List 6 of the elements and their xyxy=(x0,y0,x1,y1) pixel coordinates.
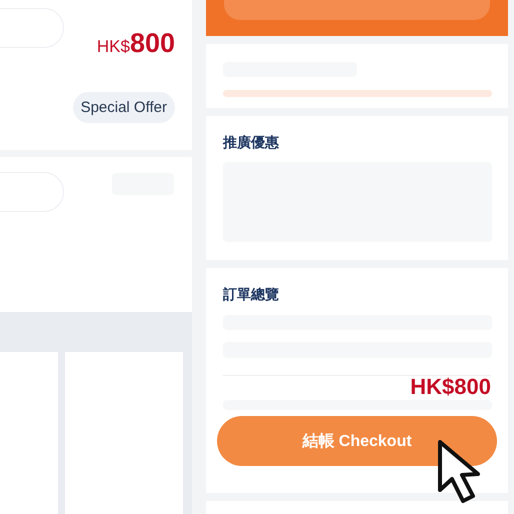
checkout-button[interactable]: 結帳 Checkout xyxy=(217,416,497,466)
offer-badge: Special Offer xyxy=(72,92,175,123)
section-title: 推廣優惠 xyxy=(223,134,280,152)
section-title: 訂單總覽 xyxy=(223,286,280,304)
price: HK$800 xyxy=(96,28,175,59)
total-price: HK$800 xyxy=(410,374,491,400)
